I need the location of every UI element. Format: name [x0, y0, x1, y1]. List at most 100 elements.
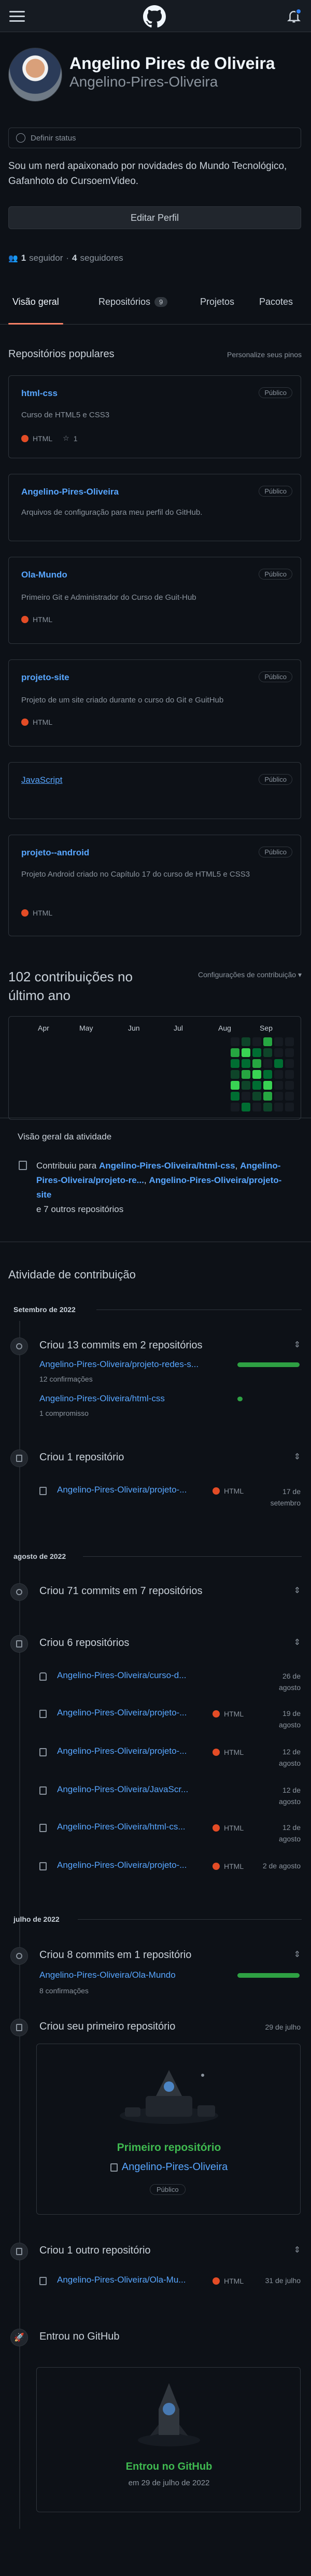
contribution-day-cell[interactable]: [242, 1081, 250, 1090]
expand-icon[interactable]: ⇕: [294, 1585, 301, 1596]
repo-link[interactable]: Angelino-Pires-Oliveira/html-css: [39, 1393, 165, 1404]
avatar[interactable]: [8, 48, 62, 102]
contribution-day-cell[interactable]: [263, 1081, 272, 1090]
github-logo-icon[interactable]: [143, 5, 166, 28]
contribution-day-cell[interactable]: [285, 1070, 294, 1079]
contribution-day-cell[interactable]: [252, 1070, 261, 1079]
contribution-day-cell[interactable]: [274, 1059, 283, 1068]
contribution-day-cell[interactable]: [274, 1092, 283, 1101]
repo-link[interactable]: Angelino-Pires-Oliveira/projeto-redes-s.…: [39, 1359, 199, 1370]
contribution-day-cell[interactable]: [285, 1092, 294, 1101]
tab-projects[interactable]: Projetos: [200, 297, 234, 307]
repo-name-link[interactable]: html-css: [21, 388, 58, 399]
contribution-day-cell[interactable]: [263, 1092, 272, 1101]
repo-name-link[interactable]: Ola-Mundo: [21, 570, 67, 580]
popular-repos-title: Repositórios populares: [8, 348, 115, 360]
first-repo-name[interactable]: Angelino-Pires-Oliveira: [122, 2161, 228, 2173]
repo-link[interactable]: Angelino-Pires-Oliveira/projeto-...: [57, 1485, 187, 1495]
contribution-day-cell[interactable]: [274, 1081, 283, 1090]
collapse-icon[interactable]: ⇕: [294, 2245, 301, 2255]
commit-count-link[interactable]: 12 confirmações: [39, 1375, 93, 1383]
repo-link[interactable]: Angelino-Pires-Oliveira/curso-d...: [57, 1670, 186, 1681]
other-repo-summary[interactable]: Criou 1 outro repositório: [39, 2245, 151, 2257]
customize-pins-link[interactable]: Personalize seus pinos: [227, 350, 302, 359]
repo-link[interactable]: Angelino-Pires-Oliveira/projeto-...: [57, 1746, 187, 1756]
commit-icon: [10, 1583, 28, 1601]
repo-link[interactable]: Angelino-Pires-Oliveira/projeto-...: [57, 1860, 187, 1870]
tab-repositories[interactable]: Repositórios 9: [98, 297, 168, 307]
collapse-icon[interactable]: ⇕: [294, 1637, 301, 1648]
contribution-day-cell[interactable]: [274, 1103, 283, 1111]
contribution-day-cell[interactable]: [263, 1037, 272, 1046]
contribution-day-cell[interactable]: [231, 1081, 239, 1090]
contribution-day-cell[interactable]: [252, 1048, 261, 1057]
contribution-day-cell[interactable]: [274, 1037, 283, 1046]
star-icon[interactable]: ☆: [63, 434, 69, 443]
contribution-day-cell[interactable]: [231, 1092, 239, 1101]
contribution-day-cell[interactable]: [252, 1081, 261, 1090]
repo-link[interactable]: Angelino-Pires-Oliveira/html-cs...: [57, 1822, 186, 1832]
contribution-day-cell[interactable]: [263, 1070, 272, 1079]
repo-stars[interactable]: 1: [74, 434, 78, 443]
contribution-day-cell[interactable]: [231, 1070, 239, 1079]
repo-icon: [39, 1862, 47, 1870]
repo-name-link[interactable]: Angelino-Pires-Oliveira: [21, 487, 119, 497]
contribution-day-cell[interactable]: [231, 1048, 239, 1057]
contribution-day-cell[interactable]: [285, 1081, 294, 1090]
notifications-bell-icon[interactable]: [286, 8, 302, 24]
commits-summary[interactable]: Criou 8 commits em 1 repositório: [39, 1949, 191, 1961]
visibility-badge: Público: [259, 847, 292, 857]
hamburger-menu-icon[interactable]: [9, 9, 25, 23]
repo-link[interactable]: Angelino-Pires-Oliveira/html-css: [99, 1161, 235, 1171]
commit-count-link[interactable]: 8 confirmações: [39, 1987, 89, 1995]
repo-link[interactable]: Angelino-Pires-Oliveira/projeto-...: [57, 1708, 187, 1718]
contribution-day-cell[interactable]: [252, 1092, 261, 1101]
contribution-day-cell[interactable]: [242, 1059, 250, 1068]
edit-profile-button[interactable]: Editar Perfil: [8, 206, 301, 229]
commits-summary[interactable]: Criou 13 commits em 2 repositórios: [39, 1340, 203, 1352]
contribution-day-cell[interactable]: [285, 1059, 294, 1068]
contribution-day-cell[interactable]: [231, 1037, 239, 1046]
contribution-settings-dropdown[interactable]: Configurações de contribuição ▾: [198, 970, 302, 979]
tab-overview[interactable]: Visão geral: [8, 297, 63, 325]
contribution-day-cell[interactable]: [252, 1103, 261, 1111]
contribution-day-cell[interactable]: [242, 1103, 250, 1111]
followers-row[interactable]: 👥 1 seguidor · 4 seguidores: [8, 253, 123, 263]
contribution-day-cell[interactable]: [252, 1037, 261, 1046]
contribution-day-cell[interactable]: [285, 1103, 294, 1111]
repo-link[interactable]: Angelino-Pires-Oliveira/JavaScr...: [57, 1784, 188, 1795]
repo-meta: HTML: [21, 909, 52, 917]
contribution-day-cell[interactable]: [242, 1037, 250, 1046]
contribution-day-cell[interactable]: [242, 1092, 250, 1101]
tab-packages[interactable]: Pacotes: [259, 297, 293, 307]
collapse-icon[interactable]: ⇕: [294, 1340, 301, 1350]
contribution-day-cell[interactable]: [263, 1059, 272, 1068]
contribution-day-cell[interactable]: [231, 1103, 239, 1111]
contribution-day-cell[interactable]: [231, 1059, 239, 1068]
contributed-prefix: Contribuiu para: [36, 1161, 97, 1171]
contribution-day-cell[interactable]: [285, 1048, 294, 1057]
month-divider: [78, 1919, 302, 1920]
tab-active-underline: [8, 323, 63, 325]
created-repos-summary[interactable]: Criou 1 repositório: [39, 1452, 124, 1463]
repo-link[interactable]: Angelino-Pires-Oliveira/Ola-Mu...: [57, 2275, 186, 2285]
created-repos-summary[interactable]: Criou 6 repositórios: [39, 1637, 129, 1649]
set-status-button[interactable]: Definir status: [8, 128, 301, 148]
contribution-day-cell[interactable]: [252, 1059, 261, 1068]
repo-name-link[interactable]: JavaScript: [21, 775, 62, 785]
repo-name-link[interactable]: projeto--android: [21, 848, 89, 858]
first-repo-link-row[interactable]: Angelino-Pires-Oliveira: [37, 2161, 301, 2173]
repo-link[interactable]: Angelino-Pires-Oliveira/Ola-Mundo: [39, 1970, 176, 1980]
repo-name-link[interactable]: projeto-site: [21, 672, 69, 683]
contribution-day-cell[interactable]: [263, 1048, 272, 1057]
contribution-day-cell[interactable]: [242, 1070, 250, 1079]
commits-summary[interactable]: Criou 71 commits em 7 repositórios: [39, 1585, 203, 1597]
contribution-day-cell[interactable]: [263, 1103, 272, 1111]
commit-count-link[interactable]: 1 compromisso: [39, 1409, 89, 1417]
collapse-icon[interactable]: ⇕: [294, 1949, 301, 1960]
contribution-day-cell[interactable]: [242, 1048, 250, 1057]
contribution-day-cell[interactable]: [274, 1048, 283, 1057]
contribution-day-cell[interactable]: [274, 1070, 283, 1079]
contribution-day-cell[interactable]: [285, 1037, 294, 1046]
collapse-icon[interactable]: ⇕: [294, 1452, 301, 1462]
